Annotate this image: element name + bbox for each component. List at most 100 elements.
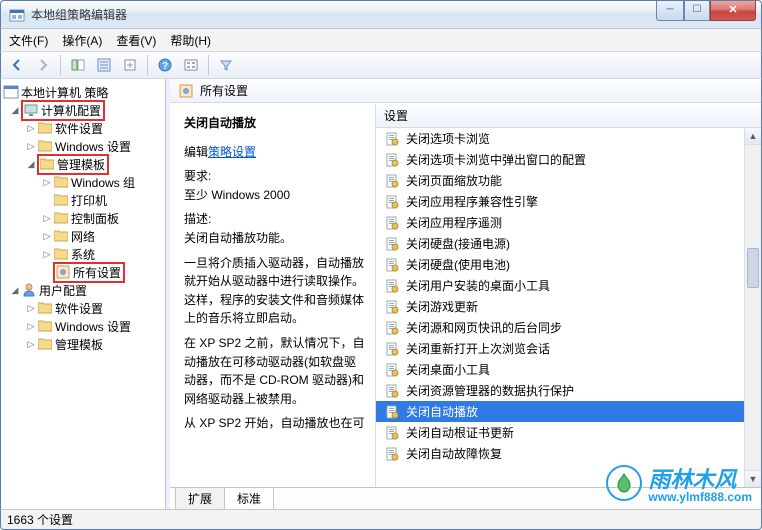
list-row[interactable]: 关闭源和网页快讯的后台同步: [376, 317, 761, 338]
policy-item-icon: [384, 341, 400, 357]
svg-text:?: ?: [162, 61, 168, 72]
list-row[interactable]: 关闭应用程序兼容性引擎: [376, 191, 761, 212]
tree-u-admin[interactable]: ▷ 管理模板: [1, 335, 165, 353]
tree-user-config[interactable]: ◢ 用户配置: [1, 281, 165, 299]
expand-icon[interactable]: ▷: [41, 213, 53, 224]
tree-all-settings[interactable]: 所有设置: [1, 263, 165, 281]
policy-item-icon: [384, 299, 400, 315]
watermark: 雨林木风 www.ylmf888.com: [606, 462, 752, 504]
list-row[interactable]: 关闭游戏更新: [376, 296, 761, 317]
list-row[interactable]: 关闭自动根证书更新: [376, 422, 761, 443]
tree-computer-config[interactable]: ◢ 计算机配置: [1, 101, 165, 119]
user-icon: [21, 282, 37, 298]
export-button[interactable]: [118, 54, 142, 76]
list-row[interactable]: 关闭选项卡浏览中弹出窗口的配置: [376, 149, 761, 170]
folder-icon: [37, 318, 53, 334]
expand-icon[interactable]: ▷: [41, 249, 53, 260]
back-button[interactable]: [5, 54, 29, 76]
list-row[interactable]: 关闭页面缩放功能: [376, 170, 761, 191]
policy-item-icon: [384, 257, 400, 273]
watermark-brand: 雨林木风: [648, 467, 736, 492]
list-row[interactable]: 关闭自动故障恢复: [376, 443, 761, 464]
menu-view[interactable]: 查看(V): [116, 32, 156, 49]
list-item-label: 关闭游戏更新: [406, 298, 478, 315]
right-header-title: 所有设置: [200, 82, 248, 99]
right-body: 关闭自动播放 编辑策略设置 要求: 至少 Windows 2000 描述: 关闭…: [170, 103, 761, 487]
tree-root[interactable]: 本地计算机 策略: [1, 83, 165, 101]
description-pane: 关闭自动播放 编辑策略设置 要求: 至少 Windows 2000 描述: 关闭…: [170, 104, 375, 487]
tree-u-software[interactable]: ▷ 软件设置: [1, 299, 165, 317]
tree-pane[interactable]: 本地计算机 策略 ◢ 计算机配置 ▷ 软件设置 ▷ Windows 设置 ◢ 管…: [1, 79, 166, 509]
folder-icon: [53, 174, 69, 190]
policy-item-icon: [384, 425, 400, 441]
tree-u-windows[interactable]: ▷ Windows 设置: [1, 317, 165, 335]
collapse-icon[interactable]: ◢: [9, 285, 21, 296]
description-para1: 一旦将介质插入驱动器，自动播放就开始从驱动器中进行读取操作。这样，程序的安装文件…: [184, 254, 365, 328]
tab-extended[interactable]: 扩展: [175, 488, 225, 509]
tree-windows-group[interactable]: ▷ Windows 组: [1, 173, 165, 191]
menu-action[interactable]: 操作(A): [62, 32, 102, 49]
tree-printers[interactable]: 打印机: [1, 191, 165, 209]
collapse-icon[interactable]: ◢: [25, 159, 37, 170]
list-row[interactable]: 关闭自动播放: [376, 401, 761, 422]
policy-item-icon: [384, 362, 400, 378]
tree-system[interactable]: ▷ 系统: [1, 245, 165, 263]
scroll-up-button[interactable]: ▲: [745, 128, 761, 145]
expand-icon[interactable]: ▷: [41, 231, 53, 242]
policy-item-icon: [384, 320, 400, 336]
refresh-button[interactable]: [179, 54, 203, 76]
toolbar-separator: [208, 55, 209, 75]
tree-control-panel[interactable]: ▷ 控制面板: [1, 209, 165, 227]
collapse-icon[interactable]: ◢: [9, 105, 21, 116]
title-bar: 本地组策略编辑器 ─ ☐ ✕: [0, 0, 762, 29]
menu-file[interactable]: 文件(F): [9, 32, 48, 49]
expand-icon[interactable]: ▷: [25, 303, 37, 314]
expand-icon[interactable]: ▷: [25, 123, 37, 134]
list-body[interactable]: 关闭选项卡浏览关闭选项卡浏览中弹出窗口的配置关闭页面缩放功能关闭应用程序兼容性引…: [376, 128, 761, 487]
list-header[interactable]: 设置: [376, 104, 761, 128]
properties-button[interactable]: [92, 54, 116, 76]
policy-icon: [3, 84, 19, 100]
list-row[interactable]: 关闭硬盘(使用电池): [376, 254, 761, 275]
list-item-label: 关闭选项卡浏览中弹出窗口的配置: [406, 151, 586, 168]
forward-button[interactable]: [31, 54, 55, 76]
policy-item-icon: [384, 215, 400, 231]
maximize-button[interactable]: ☐: [684, 1, 710, 21]
folder-icon: [37, 120, 53, 136]
edit-policy-link[interactable]: 策略设置: [208, 145, 256, 159]
list-row[interactable]: 关闭应用程序遥测: [376, 212, 761, 233]
tree-windows-settings[interactable]: ▷ Windows 设置: [1, 137, 165, 155]
help-button[interactable]: ?: [153, 54, 177, 76]
expand-icon[interactable]: ▷: [41, 177, 53, 188]
list-item-label: 关闭自动根证书更新: [406, 424, 514, 441]
filter-button[interactable]: [214, 54, 238, 76]
folder-icon: [53, 246, 69, 262]
policy-item-icon: [384, 131, 400, 147]
tree-network[interactable]: ▷ 网络: [1, 227, 165, 245]
column-settings[interactable]: 设置: [376, 107, 761, 124]
tree-admin-templates[interactable]: ◢ 管理模板: [1, 155, 165, 173]
tree-software-settings[interactable]: ▷ 软件设置: [1, 119, 165, 137]
list-row[interactable]: 关闭重新打开上次浏览会话: [376, 338, 761, 359]
scroll-thumb[interactable]: [747, 248, 759, 288]
tab-standard[interactable]: 标准: [224, 488, 274, 509]
menu-help[interactable]: 帮助(H): [170, 32, 211, 49]
scrollbar[interactable]: ▲ ▼: [744, 128, 761, 487]
policy-item-icon: [384, 383, 400, 399]
list-row[interactable]: 关闭桌面小工具: [376, 359, 761, 380]
all-settings-icon: [55, 264, 71, 280]
description-para2: 在 XP SP2 之前，默认情况下，自动播放在可移动驱动器(如软盘驱动器，而不是…: [184, 334, 365, 408]
list-item-label: 关闭重新打开上次浏览会话: [406, 340, 550, 357]
close-button[interactable]: ✕: [710, 1, 756, 21]
expand-icon[interactable]: ▷: [25, 339, 37, 350]
list-row[interactable]: 关闭用户安装的桌面小工具: [376, 275, 761, 296]
show-hide-tree-button[interactable]: [66, 54, 90, 76]
list-row[interactable]: 关闭资源管理器的数据执行保护: [376, 380, 761, 401]
expand-icon[interactable]: ▷: [25, 141, 37, 152]
watermark-logo-icon: [606, 465, 642, 501]
list-row[interactable]: 关闭硬盘(接通电源): [376, 233, 761, 254]
folder-icon: [53, 228, 69, 244]
list-row[interactable]: 关闭选项卡浏览: [376, 128, 761, 149]
expand-icon[interactable]: ▷: [25, 321, 37, 332]
minimize-button[interactable]: ─: [656, 1, 684, 21]
